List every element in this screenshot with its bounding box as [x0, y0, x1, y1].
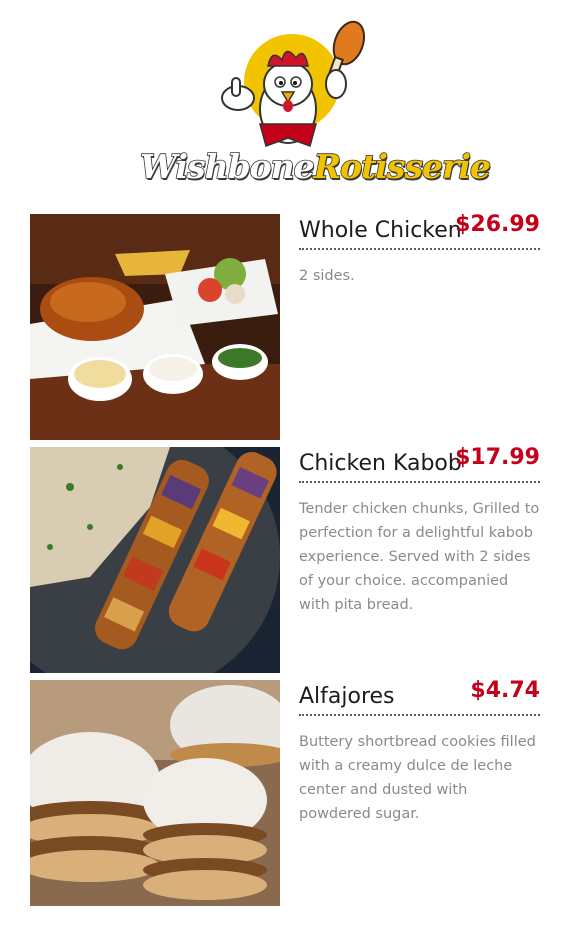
alfajores-photo[interactable]: [30, 680, 280, 906]
item-price: $26.99: [455, 212, 540, 237]
whole-chicken-photo[interactable]: [30, 214, 280, 440]
item-info: Chicken Kabob $17.99 Tender chicken chun…: [299, 445, 540, 617]
brand-logo: WishboneRotisserie: [139, 14, 492, 187]
item-description: Tender chicken chunks, Grilled to perfec…: [299, 501, 540, 613]
brand-wordmark: WishboneRotisserie: [139, 144, 492, 190]
item-description: 2 sides.: [299, 268, 355, 284]
brand-name-part2: Rotisserie: [313, 146, 492, 187]
item-price: $17.99: [455, 445, 540, 470]
item-header: Whole Chicken $26.99: [299, 212, 540, 250]
item-header: Chicken Kabob $17.99: [299, 445, 540, 483]
chicken-kabob-photo[interactable]: [30, 447, 280, 673]
item-name: Alfajores: [299, 684, 395, 709]
item-name: Whole Chicken: [299, 218, 462, 243]
item-description: Buttery shortbread cookies filled with a…: [299, 734, 536, 822]
item-name: Chicken Kabob: [299, 451, 462, 476]
brand-name-part1: Wishbone: [139, 146, 315, 187]
item-header: Alfajores $4.74: [299, 678, 540, 716]
menu-item-alfajores[interactable]: Alfajores $4.74 Buttery shortbread cooki…: [30, 678, 542, 906]
menu-item-chicken-kabob[interactable]: Chicken Kabob $17.99 Tender chicken chun…: [30, 445, 542, 673]
item-price: $4.74: [470, 678, 540, 703]
item-info: Whole Chicken $26.99 2 sides.: [299, 212, 540, 288]
menu-item-whole-chicken[interactable]: Whole Chicken $26.99 2 sides.: [30, 212, 542, 440]
item-info: Alfajores $4.74 Buttery shortbread cooki…: [299, 678, 540, 826]
